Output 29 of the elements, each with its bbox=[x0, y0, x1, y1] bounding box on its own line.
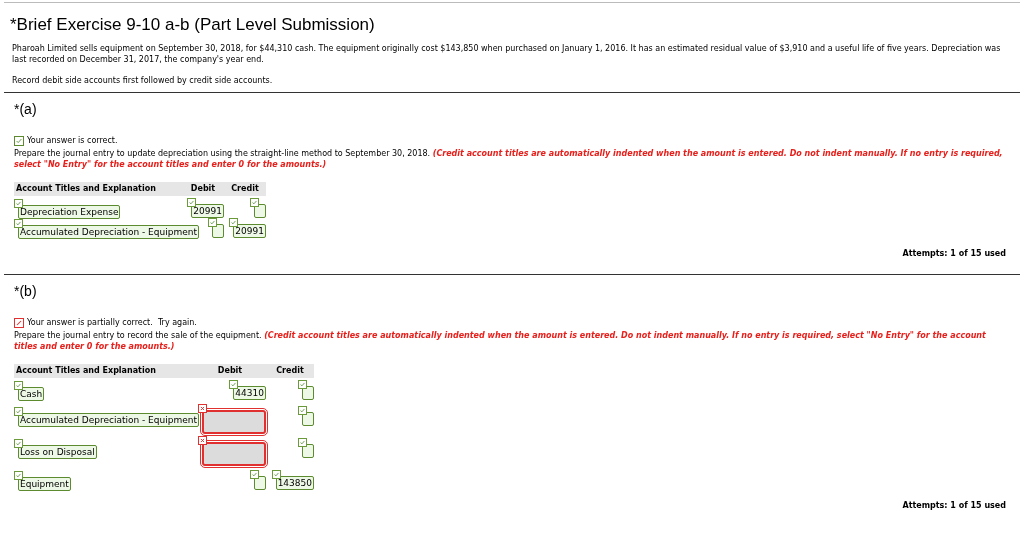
exercise-title: *Brief Exercise 9-10 a-b (Part Level Submission) bbox=[10, 15, 376, 35]
feedback-text: Your answer is correct. bbox=[27, 135, 118, 147]
account-field[interactable]: Loss on Disposal bbox=[18, 445, 97, 459]
column-header: Debit bbox=[189, 183, 217, 195]
instruction-text: Prepare the journal entry to record the sale of the equipment. (Credit account titles are automatically indented when the amount is entered. Do not indent manually. If no entry is required, select "No Entry" for the account titles and enter 0 for the amounts.) bbox=[14, 330, 987, 352]
account-field[interactable]: Depreciation Expense bbox=[18, 205, 121, 219]
credit-field[interactable]: 143850 bbox=[275, 476, 314, 490]
problem-text: Pharoah Limited sells equipment on September 30, 2018, for $44,310 cash. The equipment originally cost $143,850 when purchased on January 1, 2016. It has an estimated residual value of $3,910 and a useful life of five years. Depreciation was last recorded on December 31, 2017, the company's year end. bbox=[12, 43, 1002, 65]
column-header: Debit bbox=[216, 365, 244, 377]
account-field[interactable]: Accumulated Depreciation - Equipment bbox=[18, 225, 199, 239]
column-header: Credit bbox=[230, 183, 260, 195]
account-field[interactable]: Equipment bbox=[18, 477, 71, 491]
problem-text: Record debit side accounts first followed by credit side accounts. bbox=[12, 75, 274, 86]
column-header: Account Titles and Explanation bbox=[15, 183, 157, 195]
debit-field[interactable] bbox=[202, 410, 266, 434]
attempts-text: Attempts: 1 of 15 used bbox=[902, 500, 1006, 512]
part-label: *(a) bbox=[14, 100, 38, 119]
attempts-text: Attempts: 1 of 15 used bbox=[902, 248, 1006, 260]
debit-field[interactable]: 44310 bbox=[233, 386, 266, 400]
instruction-text: Prepare the journal entry to update depreciation using the straight-line method to September 30, 2018. (Credit account titles are automatically indented when the amount is entered. Do not indent manually. If no entry is required, select "No Entry" for the account titles and enter 0 for the amounts.) bbox=[14, 148, 1004, 170]
feedback-text: Your answer is partially correct. Try again. bbox=[27, 317, 197, 329]
part-label: *(b) bbox=[14, 282, 38, 301]
debit-field[interactable] bbox=[202, 442, 266, 466]
column-header: Account Titles and Explanation bbox=[15, 365, 157, 377]
debit-field[interactable]: 20991 bbox=[191, 204, 224, 218]
account-field[interactable]: Accumulated Depreciation - Equipment bbox=[18, 413, 199, 427]
column-header: Credit bbox=[275, 365, 305, 377]
credit-field[interactable]: 20991 bbox=[233, 224, 266, 238]
account-field[interactable]: Cash bbox=[18, 387, 45, 401]
